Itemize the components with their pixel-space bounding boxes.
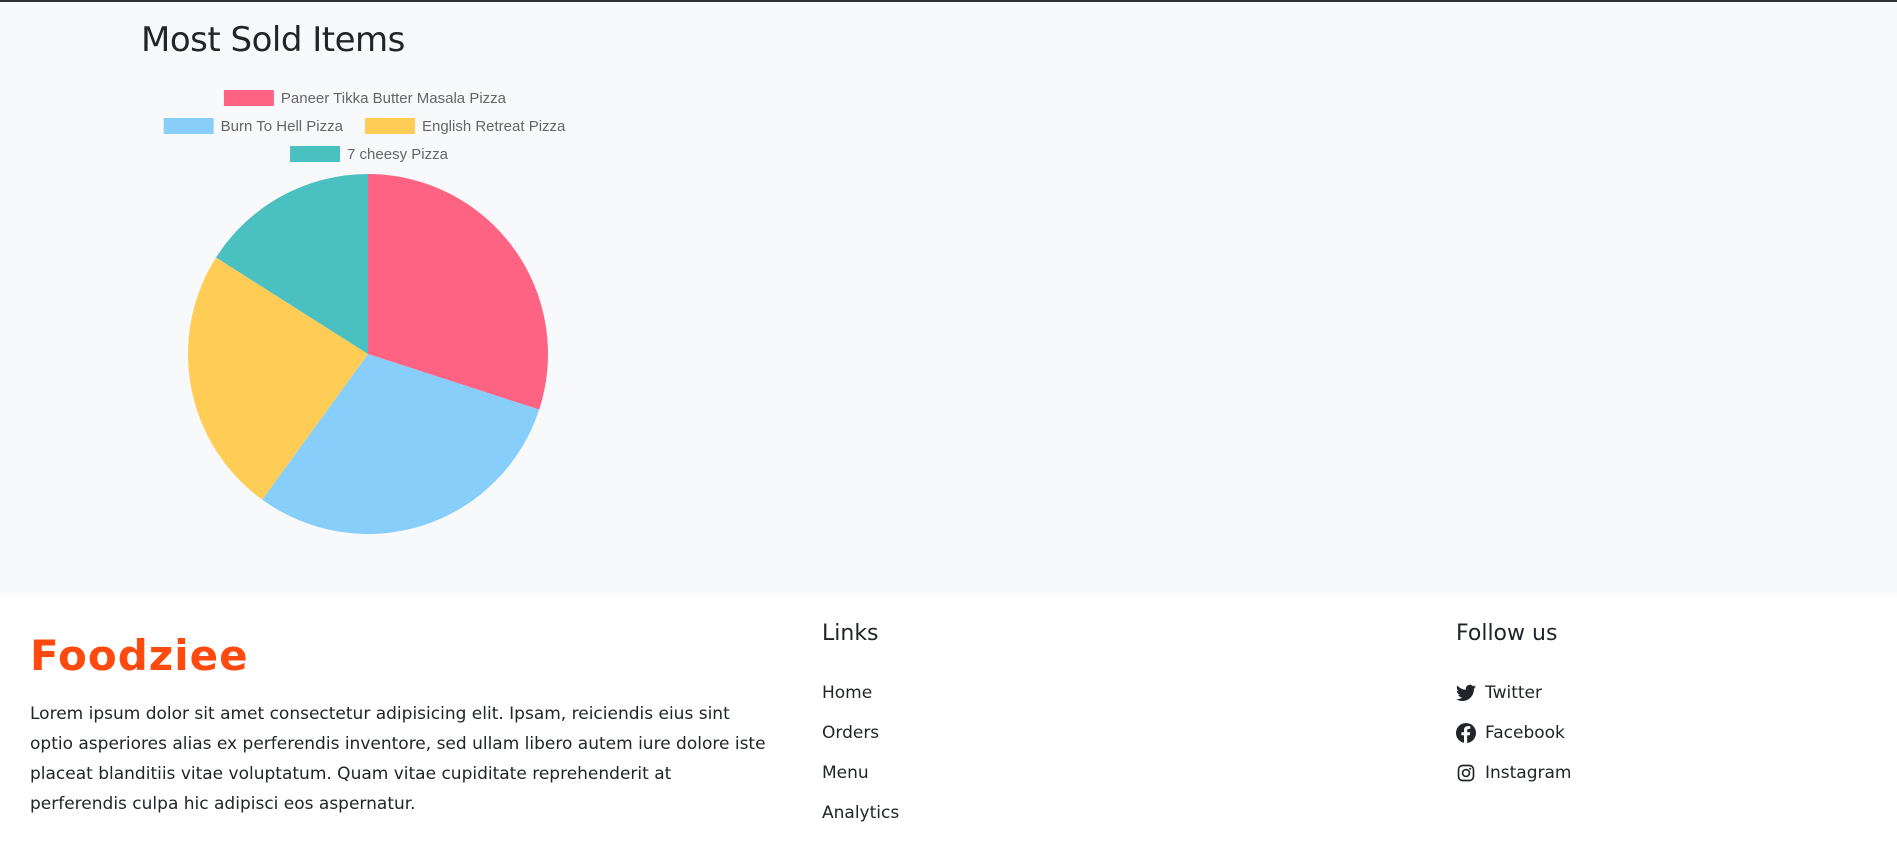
social-links: Twitter Facebook Instagram	[1456, 673, 1572, 793]
about-text: Lorem ipsum dolor sit amet consectetur a…	[30, 704, 766, 814]
brand-logo[interactable]: Foodziee	[30, 631, 249, 680]
most-sold-pie-chart: Paneer Tikka Butter Masala Pizza Burn To …	[163, 90, 566, 534]
social-link-instagram[interactable]: Instagram	[1456, 753, 1572, 793]
legend-swatch-2[interactable]	[364, 118, 415, 134]
footer-link-analytics[interactable]: Analytics	[822, 793, 899, 833]
analytics-section: Most Sold Items Paneer Tikka Butter Masa…	[0, 2, 1897, 593]
social-label-facebook: Facebook	[1485, 723, 1565, 743]
social-link-twitter[interactable]: Twitter	[1456, 673, 1572, 713]
footer-link-orders[interactable]: Orders	[822, 713, 899, 753]
facebook-icon	[1456, 723, 1476, 743]
legend-swatch-1[interactable]	[163, 118, 214, 134]
legend-label-0[interactable]: Paneer Tikka Butter Masala Pizza	[281, 90, 507, 107]
legend-label-3[interactable]: 7 cheesy Pizza	[347, 146, 449, 163]
footer-link-menu[interactable]: Menu	[822, 753, 899, 793]
legend-label-2[interactable]: English Retreat Pizza	[422, 118, 566, 135]
pie-slices	[188, 174, 548, 534]
social-link-facebook[interactable]: Facebook	[1456, 713, 1572, 753]
links-heading: Links	[822, 621, 879, 646]
chart-legend: Paneer Tikka Butter Masala Pizza Burn To …	[163, 90, 566, 163]
section-title: Most Sold Items	[141, 20, 405, 60]
footer: Foodziee Lorem ipsum dolor sit amet cons…	[0, 593, 1897, 867]
footer-links: Home Orders Menu Analytics	[822, 673, 899, 833]
footer-link-home[interactable]: Home	[822, 673, 899, 713]
legend-swatch-0[interactable]	[223, 90, 274, 106]
twitter-icon	[1456, 683, 1476, 703]
social-label-twitter: Twitter	[1485, 683, 1542, 703]
follow-heading: Follow us	[1456, 621, 1558, 646]
instagram-icon	[1456, 763, 1476, 783]
social-label-instagram: Instagram	[1485, 763, 1572, 783]
legend-label-1[interactable]: Burn To Hell Pizza	[221, 118, 344, 135]
legend-swatch-3[interactable]	[290, 146, 341, 162]
